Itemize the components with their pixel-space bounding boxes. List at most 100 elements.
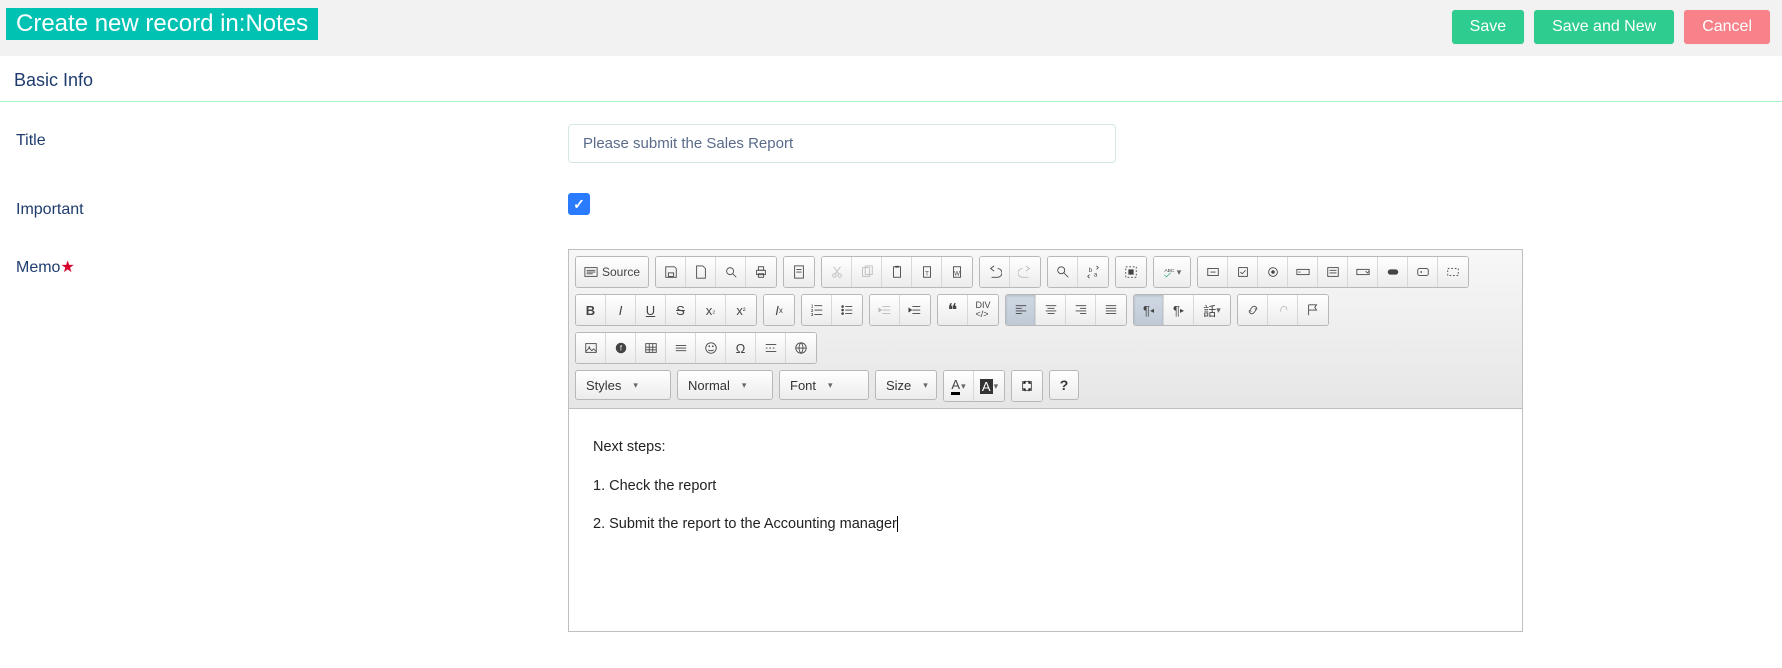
memo-editor: Source T W: [568, 249, 1523, 632]
redo-button[interactable]: [1010, 257, 1040, 287]
size-dropdown[interactable]: Size▾: [875, 370, 937, 400]
save-icon-button[interactable]: [656, 257, 686, 287]
language-button[interactable]: 話▾: [1194, 295, 1230, 325]
ordered-list-button[interactable]: 123: [802, 295, 832, 325]
table-button[interactable]: [636, 333, 666, 363]
superscript-button[interactable]: x²: [726, 295, 756, 325]
svg-text:3: 3: [810, 312, 813, 317]
textfield-button[interactable]: [1288, 257, 1318, 287]
svg-text:ABC: ABC: [1164, 268, 1175, 274]
paste-word-button[interactable]: W: [942, 257, 972, 287]
flash-button[interactable]: f: [606, 333, 636, 363]
underline-button[interactable]: U: [636, 295, 666, 325]
div-button[interactable]: DIV</>: [968, 295, 998, 325]
save-button[interactable]: Save: [1452, 10, 1524, 44]
bold-button[interactable]: B: [576, 295, 606, 325]
spellcheck-button[interactable]: ABC▾: [1154, 257, 1190, 287]
textarea-button[interactable]: [1318, 257, 1348, 287]
important-checkbox[interactable]: ✓: [568, 193, 590, 215]
smiley-icon: [704, 341, 718, 355]
checkbox-button[interactable]: [1228, 257, 1258, 287]
maximize-button[interactable]: [1012, 371, 1042, 401]
bg-color-button[interactable]: A▾: [974, 371, 1004, 401]
scissors-icon: [830, 265, 844, 279]
title-input[interactable]: [568, 124, 1116, 163]
magnify-icon: [724, 265, 738, 279]
iframe-button[interactable]: [786, 333, 816, 363]
print-button[interactable]: [746, 257, 776, 287]
paste-button[interactable]: [882, 257, 912, 287]
align-justify-button[interactable]: [1096, 295, 1126, 325]
radio-icon: [1266, 265, 1280, 279]
hidden-field-button[interactable]: [1438, 257, 1468, 287]
select-all-button[interactable]: [1116, 257, 1146, 287]
svg-text:b: b: [1089, 267, 1093, 274]
styles-dropdown[interactable]: Styles▾: [575, 370, 671, 400]
undo-button[interactable]: [980, 257, 1010, 287]
pagebreak-button[interactable]: [756, 333, 786, 363]
align-right-icon: [1074, 303, 1088, 317]
new-page-button[interactable]: [686, 257, 716, 287]
select-icon: [1356, 265, 1370, 279]
maximize-icon: [1020, 379, 1034, 393]
anchor-button[interactable]: [1298, 295, 1328, 325]
table-icon: [644, 341, 658, 355]
select-button[interactable]: [1348, 257, 1378, 287]
redo-icon: [1018, 265, 1032, 279]
text-color-button[interactable]: A▾: [944, 371, 974, 401]
italic-button[interactable]: I: [606, 295, 636, 325]
special-char-button[interactable]: Ω: [726, 333, 756, 363]
templates-button[interactable]: [784, 257, 814, 287]
outdent-button[interactable]: [870, 295, 900, 325]
memo-line-3: 2. Submit the report to the Accounting m…: [593, 512, 1496, 537]
pagebreak-icon: [764, 341, 778, 355]
about-button[interactable]: ?: [1049, 370, 1079, 400]
cut-button[interactable]: [822, 257, 852, 287]
ltr-button[interactable]: ¶◂: [1134, 295, 1164, 325]
memo-content[interactable]: Next steps: 1. Check the report 2. Submi…: [569, 409, 1522, 631]
hr-button[interactable]: [666, 333, 696, 363]
align-center-button[interactable]: [1036, 295, 1066, 325]
image-button-editor[interactable]: [1408, 257, 1438, 287]
text-cursor: [897, 516, 898, 532]
image-button[interactable]: [576, 333, 606, 363]
preview-button[interactable]: [716, 257, 746, 287]
page-header: Create new record in:Notes Save Save and…: [0, 0, 1782, 56]
unlink-button[interactable]: [1268, 295, 1298, 325]
save-and-new-button[interactable]: Save and New: [1534, 10, 1674, 44]
subscript-button[interactable]: x₂: [696, 295, 726, 325]
outdent-icon: [878, 303, 892, 317]
copy-icon: [860, 265, 874, 279]
form-button[interactable]: [1198, 257, 1228, 287]
header-actions: Save Save and New Cancel: [1452, 10, 1770, 44]
format-dropdown[interactable]: Normal▾: [677, 370, 773, 400]
indent-icon: [908, 303, 922, 317]
paste-text-button[interactable]: T: [912, 257, 942, 287]
unordered-list-button[interactable]: [832, 295, 862, 325]
rtl-button[interactable]: ¶▸: [1164, 295, 1194, 325]
section-heading: Basic Info: [0, 56, 1782, 97]
font-dropdown[interactable]: Font▾: [779, 370, 869, 400]
field-title-row: Title: [0, 120, 1782, 189]
copy-button[interactable]: [852, 257, 882, 287]
align-right-button[interactable]: [1066, 295, 1096, 325]
find-button[interactable]: [1048, 257, 1078, 287]
blockquote-button[interactable]: ❝: [938, 295, 968, 325]
remove-format-button[interactable]: Ix: [764, 295, 794, 325]
cancel-button[interactable]: Cancel: [1684, 10, 1770, 44]
strike-button[interactable]: S: [666, 295, 696, 325]
flash-icon: f: [614, 341, 628, 355]
link-button[interactable]: [1238, 295, 1268, 325]
unlink-icon: [1276, 303, 1290, 317]
radio-button[interactable]: [1258, 257, 1288, 287]
button-button[interactable]: [1378, 257, 1408, 287]
svg-text:T: T: [925, 271, 929, 278]
template-icon: [792, 265, 806, 279]
imgbtn-icon: [1416, 265, 1430, 279]
editor-toolbar: Source T W: [569, 250, 1522, 409]
indent-button[interactable]: [900, 295, 930, 325]
smiley-button[interactable]: [696, 333, 726, 363]
source-button[interactable]: Source: [576, 257, 648, 287]
align-left-button[interactable]: [1006, 295, 1036, 325]
replace-button[interactable]: ba: [1078, 257, 1108, 287]
